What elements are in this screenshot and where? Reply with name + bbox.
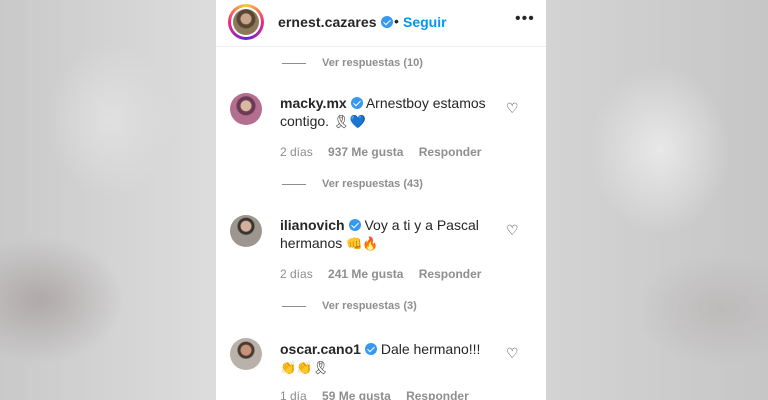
view-replies-button[interactable]: Ver respuestas (10) (282, 57, 423, 69)
commenter-avatar[interactable] (230, 93, 262, 125)
comment-time: 2 días (280, 267, 313, 281)
comment-emojis: 👊🔥 (346, 237, 379, 252)
commenter-username[interactable]: macky.mx (280, 95, 347, 111)
more-options-icon[interactable]: ••• (515, 10, 535, 28)
comment-meta: 1 día 59 Me gusta Responder (280, 389, 481, 400)
commenter-username[interactable]: oscar.cano1 (280, 341, 361, 357)
header-separator: • (394, 13, 399, 29)
comment-time: 1 día (280, 389, 307, 400)
commenter-username[interactable]: ilianovich (280, 217, 345, 233)
reply-button[interactable]: Responder (406, 389, 469, 400)
like-heart-icon[interactable]: ♡ (506, 346, 520, 360)
replies-line (282, 305, 306, 307)
verified-badge-icon (350, 97, 363, 109)
comment-emojis: 👏👏🎗 (280, 361, 329, 376)
comment-text: Dale hermano!!! (380, 341, 481, 357)
replies-line (282, 183, 306, 185)
comment-time: 2 días (280, 145, 313, 159)
like-heart-icon[interactable]: ♡ (506, 101, 520, 115)
comment-body: macky.mx Arnestboy estamos contigo. 🎗💙 (280, 94, 500, 132)
comment-emojis: 🎗💙 (332, 115, 366, 130)
verified-badge-icon (348, 219, 361, 231)
comment-likes[interactable]: 241 Me gusta (328, 267, 403, 281)
commenter-avatar[interactable] (230, 215, 262, 247)
comment-body: oscar.cano1 Dale hermano!!! 👏👏🎗 (280, 340, 500, 378)
reply-button[interactable]: Responder (419, 145, 482, 159)
comment-meta: 2 días 241 Me gusta Responder (280, 267, 493, 281)
comment-body: ilianovich Voy a ti y a Pascal hermanos … (280, 216, 500, 254)
comment-meta: 2 días 937 Me gusta Responder (280, 145, 493, 159)
author-username[interactable]: ernest.cazares (278, 14, 393, 30)
commenter-avatar[interactable] (230, 338, 262, 370)
view-replies-button[interactable]: Ver respuestas (43) (282, 178, 423, 190)
verified-badge-icon (364, 343, 377, 355)
follow-button[interactable]: Seguir (403, 14, 447, 30)
comment-likes[interactable]: 59 Me gusta (322, 389, 391, 400)
view-replies-button[interactable]: Ver respuestas (3) (282, 300, 417, 312)
reply-button[interactable]: Responder (419, 267, 482, 281)
post-header: ernest.cazares • Seguir ••• (216, 0, 546, 47)
verified-badge-icon (380, 16, 393, 28)
like-heart-icon[interactable]: ♡ (506, 223, 520, 237)
replies-line (282, 62, 306, 64)
author-avatar[interactable] (228, 4, 264, 40)
comment-likes[interactable]: 937 Me gusta (328, 145, 403, 159)
instagram-comments-panel: ernest.cazares • Seguir ••• Ver respuest… (216, 0, 546, 400)
